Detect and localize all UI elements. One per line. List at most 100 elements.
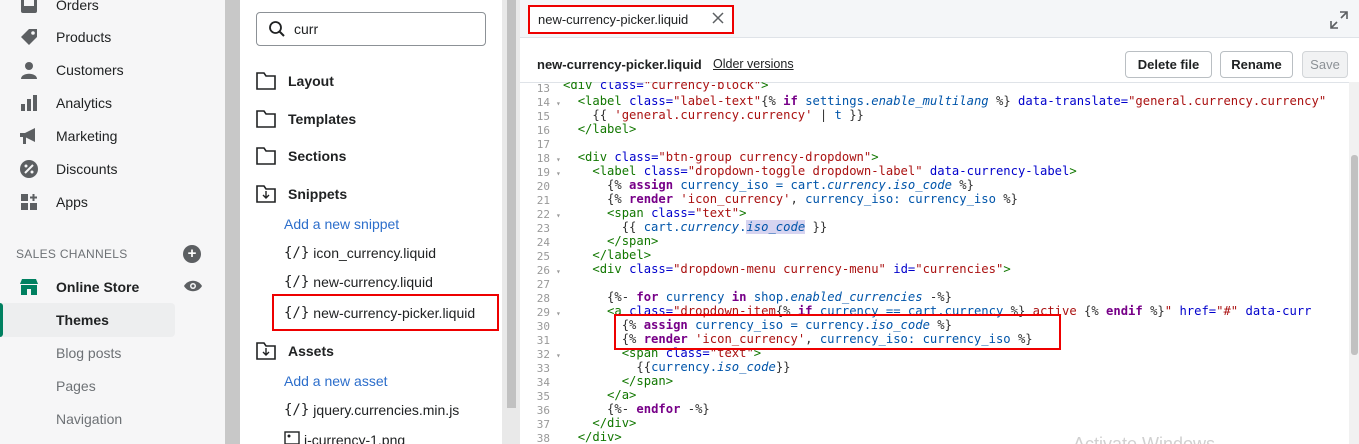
discount-icon [18,159,40,179]
code-line: {{ cart.currency.iso_code }} [621,220,828,234]
line-number: 29 [536,306,550,319]
line-number: 37 [536,418,550,431]
admin-sidebar: Orders Products Customers Analytics Mark… [0,0,225,444]
asset-file[interactable]: i-currency-1.png [284,431,405,444]
nav-orders[interactable]: Orders [18,0,99,16]
nav-marketing-label: Marketing [56,128,118,144]
add-asset-link[interactable]: Add a new asset [284,373,388,389]
folder-layout[interactable]: Layout [256,70,334,92]
search-icon [268,20,286,38]
screen: Orders Products Customers Analytics Mark… [0,0,1359,444]
nav-pages[interactable]: Pages [56,378,96,394]
nav-analytics-label: Analytics [56,95,113,111]
code-line: </label> [592,248,652,262]
close-icon[interactable] [712,11,724,24]
rename-button[interactable]: Rename [1220,51,1293,78]
snippet-file[interactable]: {/} new-currency.liquid [284,274,433,290]
line-number: 21 [536,194,550,207]
code-line: </span> [607,234,659,248]
code-line: <label class="label-text"{% if settings.… [577,94,1327,108]
nav-blog-posts[interactable]: Blog posts [56,345,121,361]
folder-assets-label: Assets [288,343,334,359]
fold-marker-icon[interactable]: ▾ [556,267,561,276]
sales-channels-heading: SALES CHANNELS [16,247,128,261]
line-number: 20 [536,180,550,193]
line-number: 22 [536,208,550,221]
line-number: 13 [536,82,550,95]
code-line: </a> [607,388,637,402]
folder-snippets[interactable]: Snippets [256,183,347,205]
code-line: {{currency.iso_code}} [636,360,791,374]
nav-discounts-label: Discounts [56,161,118,177]
orders-icon [18,0,40,15]
expand-icon[interactable] [1329,10,1349,30]
line-number: 23 [536,222,550,235]
add-sales-channel-icon[interactable]: + [183,245,201,263]
line-number: 28 [536,292,550,305]
older-versions-link[interactable]: Older versions [713,57,794,71]
code-line: </div> [577,430,622,444]
save-button[interactable]: Save [1302,51,1348,78]
line-number: 17 [536,138,550,151]
snippet-file-label: new-currency.liquid [313,274,433,290]
code-line: <div class="currency-block"> [563,82,769,92]
fold-marker-icon[interactable]: ▾ [556,309,561,318]
editor-tab[interactable]: new-currency-picker.liquid [528,5,734,34]
line-number: 24 [536,236,550,249]
themes-active-indicator [0,303,3,337]
nav-online-store[interactable]: Online Store [18,276,139,298]
fold-marker-icon[interactable]: ▾ [556,99,561,108]
nav-themes[interactable]: Themes [56,312,109,328]
asset-file-label: i-currency-1.png [304,432,406,444]
folder-sections[interactable]: Sections [256,145,346,167]
line-number: 31 [536,334,550,347]
line-number: 35 [536,390,550,403]
tag-icon [18,27,40,47]
fold-marker-icon[interactable]: ▾ [556,155,561,164]
folder-snippets-label: Snippets [288,186,348,202]
nav-apps-label: Apps [56,194,88,210]
code-line: <div class="btn-group currency-dropdown"… [577,150,879,164]
line-number: 27 [536,278,550,291]
apps-icon [18,192,40,212]
folder-assets[interactable]: Assets [256,340,334,362]
nav-customers[interactable]: Customers [18,59,124,81]
nav-marketing[interactable]: Marketing [18,125,117,147]
annotation-highlight-box [272,294,499,331]
folder-templates[interactable]: Templates [256,108,356,130]
snippet-file[interactable]: {/} icon_currency.liquid [284,245,436,261]
nav-products-label: Products [56,29,112,45]
nav-analytics[interactable]: Analytics [18,92,112,114]
fold-marker-icon[interactable]: ▾ [556,351,561,360]
tree-scrollbar-thumb[interactable] [507,0,516,408]
file-search-input[interactable] [294,18,474,40]
code-line: </span> [621,374,674,388]
nav-discounts[interactable]: Discounts [18,158,117,180]
file-title: new-currency-picker.liquid [537,57,702,72]
line-number: 26 [536,264,550,277]
code-file-icon: {/} [284,402,310,418]
line-number: 38 [536,432,550,444]
activate-windows-watermark: Activate Windows [1073,434,1216,444]
nav-navigation[interactable]: Navigation [56,411,122,427]
code-area[interactable]: 13 14 15 16 17 18 19 20 21 22 23 24 25 2… [520,82,1349,444]
add-snippet-link[interactable]: Add a new snippet [284,216,399,232]
fold-marker-icon[interactable]: ▾ [556,169,561,178]
folder-templates-label: Templates [288,111,357,127]
folder-open-icon [256,342,276,360]
line-number: 32 [536,348,550,361]
delete-file-button[interactable]: Delete file [1125,51,1212,78]
code-line: </label> [577,122,637,136]
nav-customers-label: Customers [56,62,124,78]
editor-tab-label: new-currency-picker.liquid [538,12,689,27]
asset-file[interactable]: {/} jquery.currencies.min.js [284,402,459,418]
liquid-file-icon: {/} [284,274,310,290]
nav-products[interactable]: Products [18,26,111,48]
line-number: 34 [536,376,550,389]
fold-marker-icon[interactable]: ▾ [556,211,561,220]
megaphone-icon [18,126,40,146]
line-number: 25 [536,250,550,263]
editor-scrollbar-thumb[interactable] [1351,155,1358,355]
eye-icon[interactable] [183,277,203,295]
nav-apps[interactable]: Apps [18,191,88,213]
